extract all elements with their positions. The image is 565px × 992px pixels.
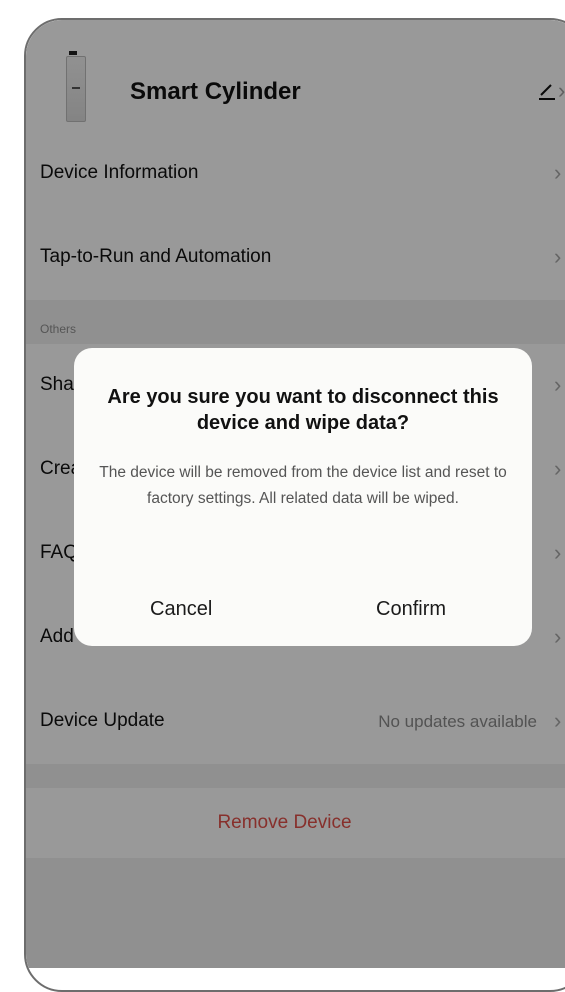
cancel-button[interactable]: Cancel [150,598,212,621]
confirm-button[interactable]: Confirm [376,598,446,621]
phone-frame: Smart Cylinder › Device Information › Ta… [24,18,565,992]
dialog-title: Are you sure you want to disconnect this… [107,386,499,434]
dialog-message: The device will be removed from the devi… [99,464,507,507]
confirm-dialog: Are you sure you want to disconnect this… [74,348,532,646]
device-settings-screen: Smart Cylinder › Device Information › Ta… [26,20,565,968]
